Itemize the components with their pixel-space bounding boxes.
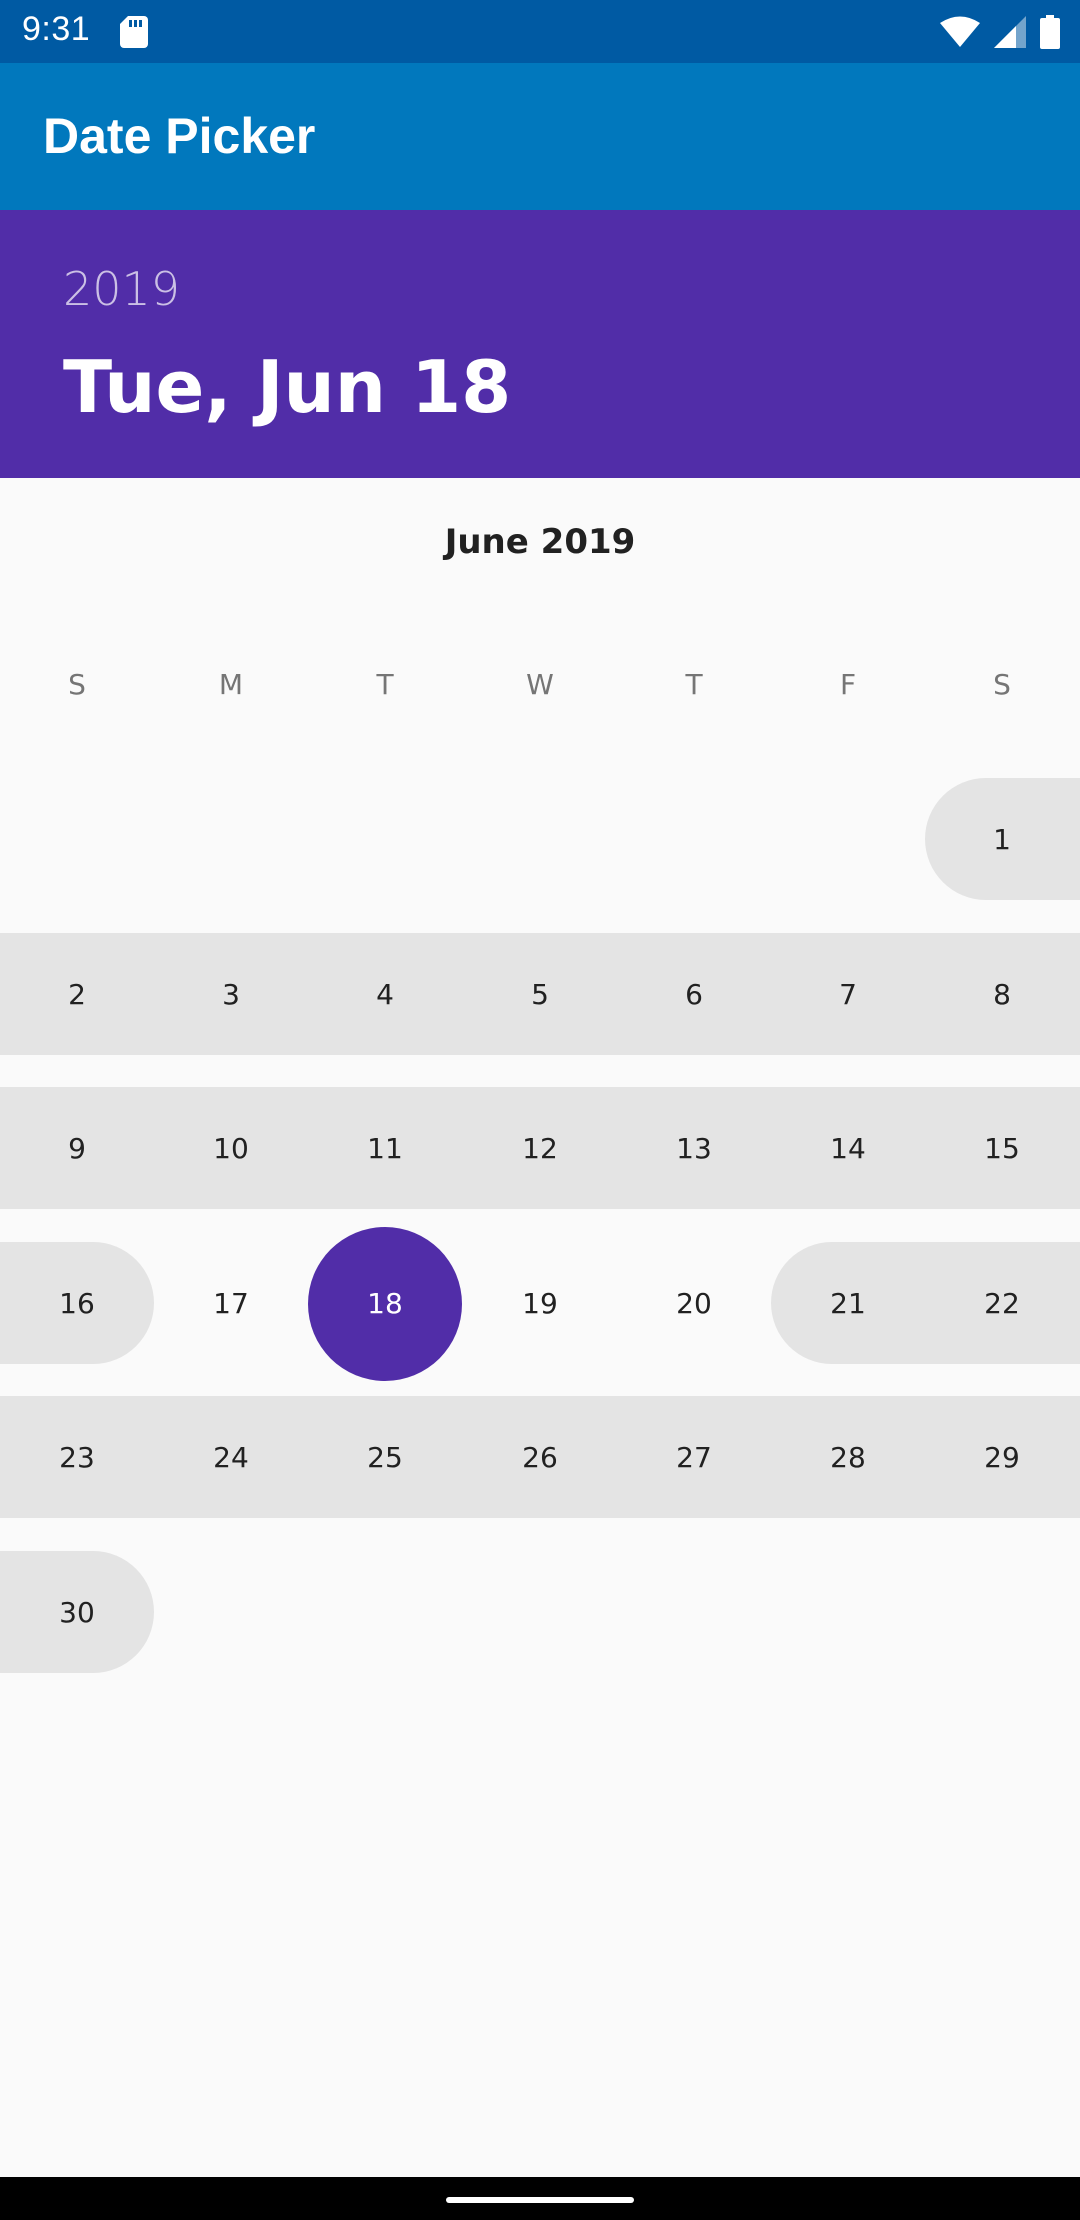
app-bar: Date Picker <box>0 63 1080 210</box>
day-label: 30 <box>59 1595 95 1629</box>
day-label: 21 <box>830 1286 866 1320</box>
day-cell-selected[interactable]: 18 <box>308 1227 462 1381</box>
battery-icon <box>1040 15 1060 49</box>
day-label: 11 <box>367 1131 403 1165</box>
day-cell[interactable]: 19 <box>463 1242 617 1364</box>
day-label: 26 <box>522 1440 558 1474</box>
day-cell[interactable]: 12 <box>463 1087 617 1209</box>
day-label: 5 <box>531 977 549 1011</box>
day-cell[interactable]: 21 <box>771 1242 925 1364</box>
weekday-label: F <box>839 668 857 701</box>
day-cell[interactable]: 10 <box>154 1087 308 1209</box>
date-picker-header: 2019 Tue, Jun 18 <box>0 210 1080 478</box>
header-year[interactable]: 2019 <box>63 262 180 316</box>
day-cell[interactable]: 1 <box>925 778 1079 900</box>
day-label: 6 <box>685 977 703 1011</box>
day-label: 16 <box>59 1286 95 1320</box>
day-label: 10 <box>213 1131 249 1165</box>
day-label: 9 <box>68 1131 86 1165</box>
day-cell[interactable]: 14 <box>771 1087 925 1209</box>
day-cell[interactable]: 26 <box>463 1396 617 1518</box>
weekday-label: T <box>376 668 394 701</box>
day-label: 2 <box>68 977 86 1011</box>
day-label: 25 <box>367 1440 403 1474</box>
status-icons <box>940 14 1060 50</box>
day-cell[interactable]: 25 <box>308 1396 462 1518</box>
day-label: 7 <box>839 977 857 1011</box>
day-label: 15 <box>984 1131 1020 1165</box>
weekday-label: S <box>993 668 1011 701</box>
day-cell[interactable]: 2 <box>0 933 154 1055</box>
weekday-label: T <box>685 668 703 701</box>
signal-icon <box>994 16 1026 48</box>
day-cell[interactable]: 22 <box>925 1242 1079 1364</box>
month-title: June 2019 <box>444 522 636 562</box>
day-label: 1 <box>993 822 1011 856</box>
day-label: 3 <box>222 977 240 1011</box>
app-title: Date Picker <box>43 108 316 164</box>
day-label: 12 <box>522 1131 558 1165</box>
day-label: 4 <box>376 977 394 1011</box>
status-bar: 9:31 <box>0 0 1080 63</box>
header-selected-date[interactable]: Tue, Jun 18 <box>63 345 511 429</box>
day-label: 19 <box>522 1286 558 1320</box>
day-label: 27 <box>676 1440 712 1474</box>
sd-card-icon <box>120 16 148 48</box>
day-cell[interactable]: 29 <box>925 1396 1079 1518</box>
day-label: 23 <box>59 1440 95 1474</box>
day-label: 29 <box>984 1440 1020 1474</box>
day-cell[interactable]: 17 <box>154 1242 308 1364</box>
day-label: 18 <box>367 1286 403 1320</box>
day-cell[interactable]: 6 <box>617 933 771 1055</box>
day-cell[interactable]: 30 <box>0 1551 154 1673</box>
day-label: 17 <box>213 1286 249 1320</box>
day-label: 28 <box>830 1440 866 1474</box>
day-cell[interactable]: 3 <box>154 933 308 1055</box>
day-cell[interactable]: 5 <box>463 933 617 1055</box>
wifi-icon <box>940 16 980 47</box>
day-cell[interactable]: 8 <box>925 933 1079 1055</box>
day-cell[interactable]: 7 <box>771 933 925 1055</box>
home-indicator[interactable] <box>446 2197 634 2203</box>
weekday-header-row: S M T W T F S <box>0 668 1080 708</box>
day-cell[interactable]: 4 <box>308 933 462 1055</box>
day-label: 20 <box>676 1286 712 1320</box>
day-cell[interactable]: 13 <box>617 1087 771 1209</box>
day-label: 24 <box>213 1440 249 1474</box>
day-label: 14 <box>830 1131 866 1165</box>
day-label: 22 <box>984 1286 1020 1320</box>
day-cell[interactable]: 11 <box>308 1087 462 1209</box>
day-cell[interactable]: 24 <box>154 1396 308 1518</box>
day-label: 8 <box>993 977 1011 1011</box>
day-cell[interactable]: 9 <box>0 1087 154 1209</box>
weekday-label: M <box>218 668 244 701</box>
weekday-label: S <box>68 668 86 701</box>
day-cell[interactable]: 15 <box>925 1087 1079 1209</box>
day-cell[interactable]: 23 <box>0 1396 154 1518</box>
navigation-bar <box>0 2177 1080 2220</box>
status-time: 9:31 <box>22 10 91 48</box>
day-cell[interactable]: 16 <box>0 1242 154 1364</box>
weekday-label: W <box>526 668 554 701</box>
day-cell[interactable]: 27 <box>617 1396 771 1518</box>
day-cell[interactable]: 20 <box>617 1242 771 1364</box>
day-cell[interactable]: 28 <box>771 1396 925 1518</box>
day-label: 13 <box>676 1131 712 1165</box>
